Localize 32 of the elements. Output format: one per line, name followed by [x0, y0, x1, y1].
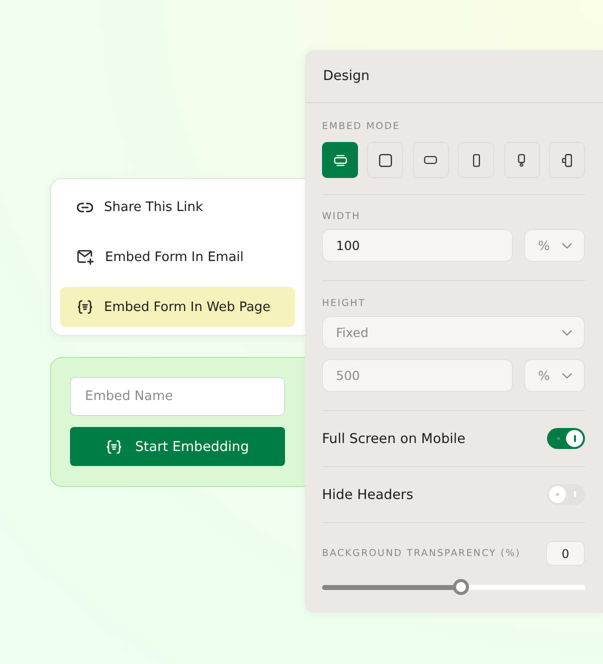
menu-item[interactable]: Share This Link: [60, 187, 295, 227]
embed-name-input[interactable]: Embed Name: [70, 377, 285, 416]
braces-icon: [77, 300, 93, 314]
section-label: WIDTH: [322, 211, 360, 223]
embed-mode-button[interactable]: [322, 142, 358, 178]
menu-item[interactable]: Embed Form In Email: [60, 237, 295, 277]
toggle-switch[interactable]: [547, 428, 585, 449]
popover-icon: [518, 154, 526, 166]
framed-window-icon: [334, 154, 346, 166]
toggle-switch[interactable]: [547, 484, 585, 505]
transparency-input[interactable]: 0: [546, 541, 585, 566]
panel-title: Design: [323, 68, 370, 84]
toggle-label: Full Screen on Mobile: [322, 430, 466, 446]
chevron-down-icon: [562, 242, 572, 248]
slider-thumb[interactable]: [453, 579, 470, 595]
section-label: HEIGHT: [322, 298, 366, 310]
height-input[interactable]: 500: [322, 359, 513, 392]
section-label: BACKGROUND TRANSPARENCY (%): [322, 548, 521, 560]
tall-rectangle-icon: [472, 154, 480, 166]
start-embedding-button[interactable]: Start Embedding: [70, 427, 285, 466]
chevron-down-icon: [562, 372, 572, 378]
square-icon: [378, 154, 392, 166]
section-label: EMBED MODE: [322, 121, 400, 133]
width-input[interactable]: 100: [322, 229, 513, 262]
chevron-down-icon: [562, 330, 572, 336]
braces-icon: [106, 440, 122, 454]
side-tab-icon: [562, 154, 572, 166]
toggle-label: Hide Headers: [322, 486, 414, 502]
link-icon: [77, 202, 93, 212]
menu-item[interactable]: Embed Form In Web Page: [60, 287, 295, 327]
envelope-plus-icon: [77, 250, 94, 264]
wide-rectangle-icon: [424, 156, 438, 164]
